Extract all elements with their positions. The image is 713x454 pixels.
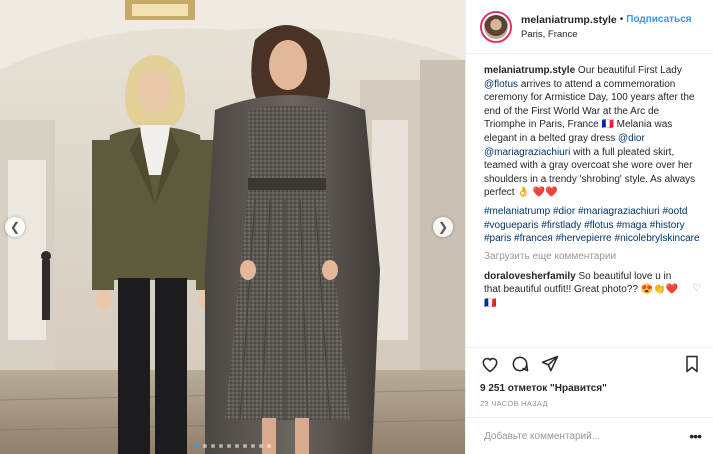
hashtag-link[interactable]: #mariagraziachiuri <box>578 206 660 217</box>
carousel-dot <box>202 444 207 448</box>
hashtag-link[interactable]: #melaniatrump <box>484 206 550 217</box>
hashtag-link[interactable]: #history <box>650 220 685 231</box>
carousel-dot <box>234 444 239 448</box>
hashtag-link[interactable]: #firstlady <box>541 220 581 231</box>
hashtag-link[interactable]: #vogueparis <box>484 220 538 231</box>
carousel-dot <box>194 444 199 448</box>
comment-like-icon[interactable]: ♡ <box>687 282 701 311</box>
post-sidebar: melaniatrump.style • Подписаться Paris, … <box>465 0 713 454</box>
author-username[interactable]: melaniatrump.style <box>521 14 617 26</box>
carousel-dot <box>218 444 223 448</box>
more-options-icon[interactable]: ••• <box>689 428 702 444</box>
carousel-dot <box>258 444 263 448</box>
hashtag-link[interactable]: #hervepierre <box>556 233 612 244</box>
hashtag-link[interactable]: #flotus <box>584 220 613 231</box>
hashtag-link[interactable]: #nicolebrylskincare <box>615 233 700 244</box>
hashtag-link[interactable]: #ootd <box>662 206 687 217</box>
heart-icon[interactable] <box>480 354 500 379</box>
instagram-post: ❮ ❯ melaniatrump.style • Подписаться Par… <box>0 0 713 454</box>
share-icon[interactable] <box>540 354 560 379</box>
comment-username[interactable]: doralovesherfamily <box>484 271 576 282</box>
caption-text: Our beautiful First Lady <box>575 65 682 76</box>
post-timestamp: 23 ЧАСОВ НАЗАД <box>480 399 548 408</box>
post-photo[interactable]: ❮ ❯ <box>0 0 465 454</box>
carousel-dot <box>210 444 215 448</box>
comment-input[interactable] <box>482 429 690 443</box>
carousel-dot <box>250 444 255 448</box>
post-caption: melaniatrump.style Our beautiful First L… <box>484 64 701 200</box>
hashtag-link[interactable]: #paris <box>484 233 511 244</box>
comment-icon[interactable] <box>510 354 530 379</box>
mention-link[interactable]: @mariagraziachiuri <box>484 147 570 158</box>
likes-count[interactable]: 9 251 отметок "Нравится" <box>480 383 701 394</box>
carousel-dot <box>226 444 231 448</box>
hashtag-link[interactable]: #maga <box>616 220 647 231</box>
chevron-right-icon[interactable]: ❯ <box>433 217 453 237</box>
comments-section: melaniatrump.style Our beautiful First L… <box>466 54 713 347</box>
avatar[interactable] <box>480 10 512 43</box>
photo-illustration <box>0 0 465 454</box>
post-actions: 9 251 отметок "Нравится" 23 ЧАСОВ НАЗАД <box>466 347 713 417</box>
carousel-dot <box>266 444 271 448</box>
hashtag-link[interactable]: #franceя <box>514 233 553 244</box>
hashtag-list: #melaniatrump #dior #mariagraziachiuri #… <box>484 205 701 246</box>
carousel-indicator <box>0 444 465 448</box>
separator-dot: • <box>619 14 624 25</box>
location-link[interactable]: Paris, France <box>521 29 692 40</box>
load-more-comments-button[interactable]: Загрузить еще комментарии <box>484 251 701 262</box>
bookmark-icon[interactable] <box>683 354 701 379</box>
add-comment-bar: ••• <box>466 417 713 454</box>
post-header: melaniatrump.style • Подписаться Paris, … <box>466 0 713 54</box>
carousel-dot <box>242 444 247 448</box>
caption-username[interactable]: melaniatrump.style <box>484 65 575 76</box>
follow-button[interactable]: Подписаться <box>626 14 691 25</box>
mention-link[interactable]: @flotus <box>484 79 518 90</box>
comment-item: doralovesherfamily So beautiful love u i… <box>484 270 701 311</box>
mention-link[interactable]: @dior <box>618 133 645 144</box>
hashtag-link[interactable]: #dior <box>553 206 575 217</box>
chevron-left-icon[interactable]: ❮ <box>5 217 25 237</box>
